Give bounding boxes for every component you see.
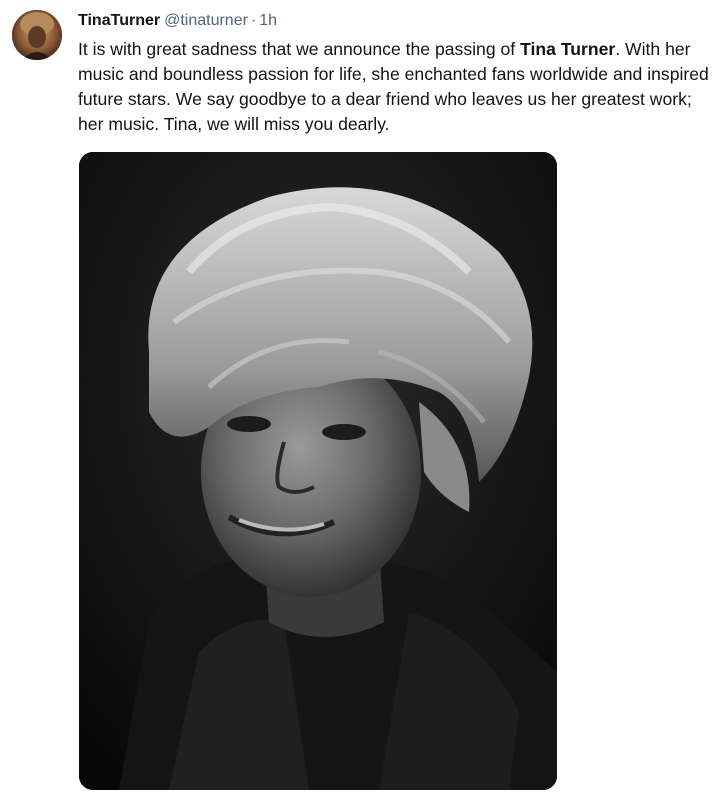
tweet-photo[interactable] bbox=[79, 152, 557, 790]
avatar-photo-icon bbox=[12, 10, 62, 60]
tweet-header: TinaTurner @tinaturner · 1h bbox=[78, 11, 277, 31]
tweet[interactable]: TinaTurner @tinaturner · 1h It is with grea… bbox=[0, 0, 713, 810]
portrait-photo-icon bbox=[79, 152, 557, 790]
header-separator: · bbox=[250, 12, 257, 29]
tweet-timestamp[interactable]: 1h bbox=[259, 12, 277, 29]
author-avatar[interactable] bbox=[12, 10, 62, 60]
tweet-text-bold: Tina Turner bbox=[520, 39, 616, 59]
tweet-text-part-1: It is with great sadness that we announc… bbox=[78, 39, 521, 59]
tweet-text: It is with great sadness that we announc… bbox=[78, 37, 710, 137]
author-display-name[interactable]: TinaTurner bbox=[78, 12, 160, 29]
author-handle[interactable]: @tinaturner bbox=[164, 12, 248, 29]
